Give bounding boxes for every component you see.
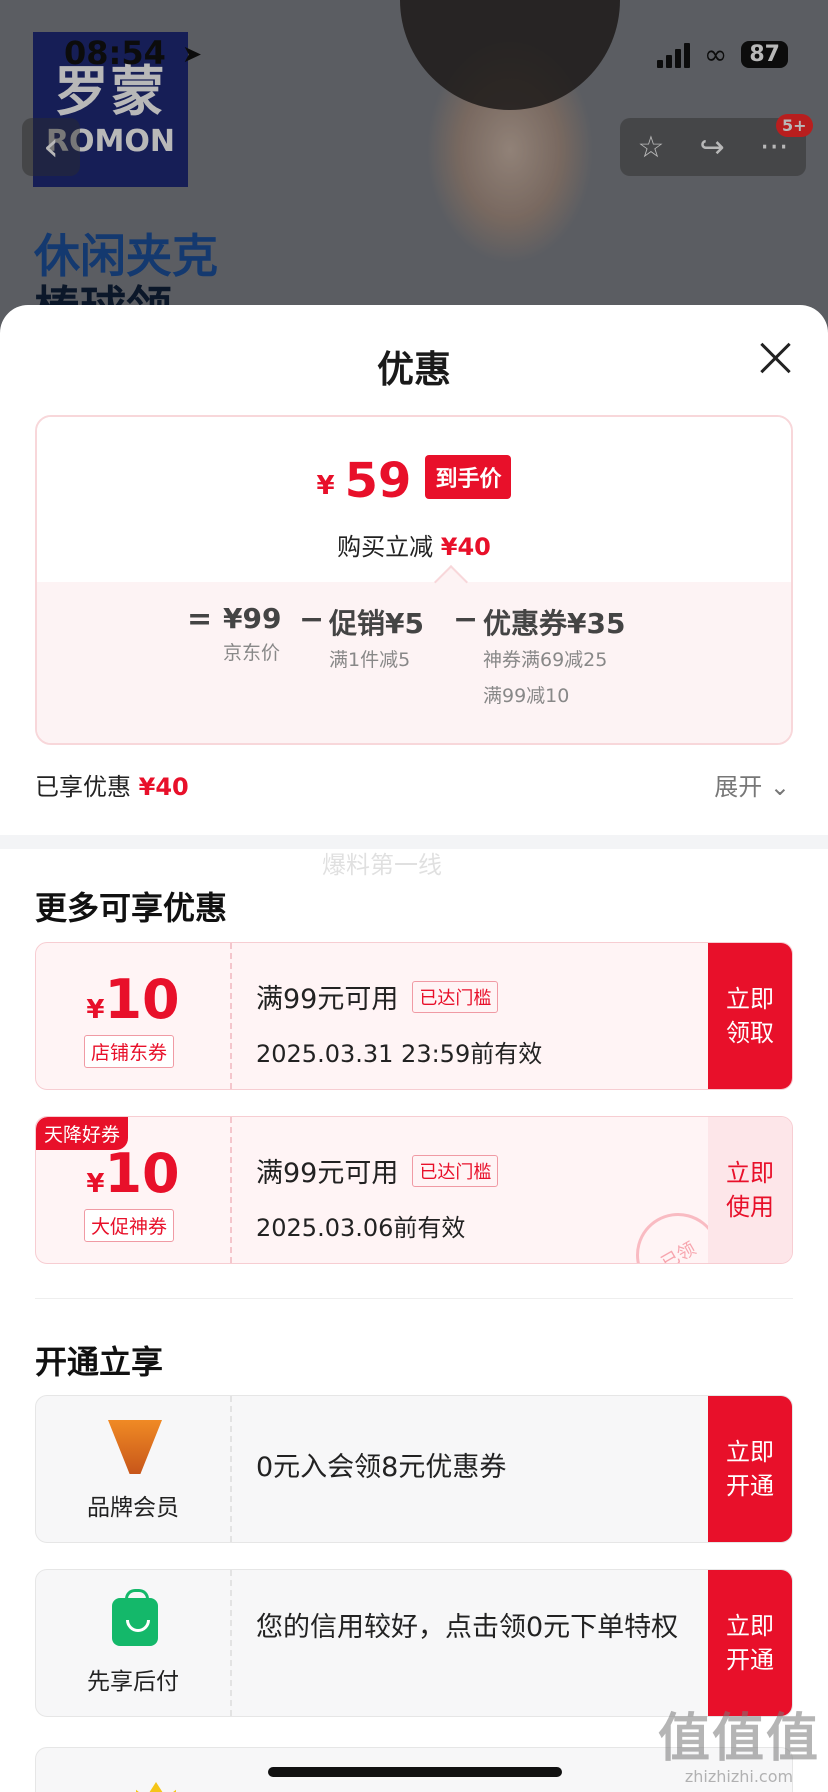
minus-sign-1: − bbox=[299, 602, 325, 637]
equals-sign: = bbox=[187, 602, 213, 637]
coupon-expiry: 2025.03.06前有效 bbox=[256, 1214, 466, 1242]
final-price: 59 bbox=[344, 453, 412, 509]
coupon-value: 10 bbox=[104, 968, 180, 1031]
final-price-currency: ¥ bbox=[316, 471, 335, 501]
coupon-note-2: 满99减10 bbox=[483, 685, 570, 707]
promo-item: 促销¥5 满1件减5 bbox=[329, 602, 424, 678]
save-label: 购买立减 bbox=[337, 533, 434, 561]
coupon-amount: ¥10 bbox=[36, 971, 230, 1029]
coupon-card-1: ¥10 店铺东券 满99元可用 已达门槛 2025.03.31 23:59前有效… bbox=[35, 942, 793, 1090]
chevron-down-icon: ⌄ bbox=[769, 773, 790, 801]
final-price-tag: 到手价 bbox=[425, 455, 512, 499]
site-watermark-url: zhizhizhi.com bbox=[684, 1767, 794, 1786]
coupon-value: 10 bbox=[104, 1142, 180, 1205]
coupon-value-area: ¥10 店铺东券 bbox=[36, 943, 232, 1089]
crown-icon bbox=[136, 1782, 176, 1792]
open-benefits-title: 开通立享 bbox=[35, 1343, 164, 1381]
brand-member-card: 品牌会员 0元入会领8元优惠券 立即 开通 bbox=[35, 1395, 793, 1543]
coupon-card-2: ¥10 大促神券 天降好券 满99元可用 已达门槛 2025.03.06前有效 … bbox=[35, 1116, 793, 1264]
minus-sign-2: − bbox=[453, 602, 479, 637]
use-coupon-button[interactable]: 立即 使用 bbox=[708, 1117, 792, 1263]
save-amount: ¥40 bbox=[440, 533, 491, 561]
promo-amount: 促销¥5 bbox=[329, 607, 424, 640]
final-price-area: ¥ 59 到手价 购买立减 ¥40 bbox=[37, 417, 791, 582]
shopping-bag-icon bbox=[108, 1589, 162, 1648]
threshold-reached-badge: 已达门槛 bbox=[412, 980, 499, 1013]
section-divider-line bbox=[35, 1298, 793, 1299]
coupon-note-1: 神券满69减25 bbox=[483, 649, 608, 671]
coupon-condition: 满99元可用 bbox=[256, 984, 399, 1015]
save-line: 购买立减 ¥40 bbox=[37, 527, 791, 562]
member-name: 品牌会员 bbox=[87, 1495, 179, 1521]
coupon-condition-row: 满99元可用 已达门槛 bbox=[256, 1151, 499, 1190]
open-member-button[interactable]: 立即 开通 bbox=[708, 1396, 792, 1542]
close-icon[interactable] bbox=[758, 341, 792, 375]
coupon-amount: ¥10 bbox=[36, 1145, 230, 1203]
sheet-title: 优惠 bbox=[377, 348, 451, 391]
coupon-amount: 优惠券¥35 bbox=[483, 607, 626, 640]
member-badge-area: 先享后付 bbox=[36, 1570, 232, 1716]
jd-price: ¥99 bbox=[223, 602, 282, 635]
threshold-reached-badge: 已达门槛 bbox=[412, 1154, 499, 1187]
coupon-kind-badge: 店铺东券 bbox=[84, 1035, 175, 1068]
more-discounts-title: 更多可享优惠 bbox=[35, 889, 228, 927]
coupon-kind-badge: 大促神券 bbox=[84, 1209, 175, 1242]
expand-label: 展开 bbox=[714, 773, 763, 801]
enjoyed-amount: ¥40 bbox=[138, 773, 189, 801]
jd-price-item: ¥99 京东价 bbox=[223, 602, 281, 671]
member-offer-text: 您的信用较好，点击领0元下单特权 bbox=[256, 1612, 679, 1643]
site-watermark-logo: 值值值 bbox=[657, 1709, 820, 1769]
member-offer-text: 0元入会领8元优惠券 bbox=[256, 1452, 507, 1483]
promo-note: 满1件减5 bbox=[329, 649, 411, 671]
price-calculation: = ¥99 京东价 − 促销¥5 满1件减5 − 优惠券¥35 神券满69减25… bbox=[37, 582, 791, 743]
coupon-currency: ¥ bbox=[86, 1169, 105, 1199]
discount-sheet: 优惠 ¥ 59 到手价 购买立减 ¥40 = ¥99 京东价 − 促销¥5 满1… bbox=[0, 305, 828, 1792]
home-indicator[interactable] bbox=[268, 1767, 562, 1777]
member-badge-area: 品牌会员 bbox=[36, 1396, 232, 1542]
coupon-ribbon: 天降好券 bbox=[36, 1117, 129, 1150]
coupon-condition-row: 满99元可用 已达门槛 bbox=[256, 977, 542, 1016]
site-watermark: 值值值 zhizhizhi.com bbox=[658, 1711, 820, 1786]
coupon-expiry: 2025.03.31 23:59前有效 bbox=[256, 1040, 543, 1068]
member-name: 先享后付 bbox=[87, 1669, 179, 1695]
coupon-item: 优惠券¥35 神券满69减25 满99减10 bbox=[483, 602, 625, 714]
watermark-text: 爆料第一线 bbox=[322, 851, 442, 879]
enjoyed-discount: 已享优惠 ¥40 bbox=[35, 767, 189, 802]
coupon-details: 满99元可用 已达门槛 2025.03.31 23:59前有效 bbox=[256, 977, 542, 1069]
coupon-currency: ¥ bbox=[86, 995, 105, 1025]
jd-price-label: 京东价 bbox=[223, 642, 281, 664]
enjoyed-label: 已享优惠 bbox=[35, 773, 131, 801]
open-pay-later-button[interactable]: 立即 开通 bbox=[708, 1570, 792, 1716]
expand-toggle[interactable]: 展开 ⌄ bbox=[714, 767, 790, 802]
modal-backdrop[interactable] bbox=[0, 0, 828, 340]
pay-later-card: 先享后付 您的信用较好，点击领0元下单特权 立即 开通 bbox=[35, 1569, 793, 1717]
price-breakdown-card: ¥ 59 到手价 购买立减 ¥40 = ¥99 京东价 − 促销¥5 满1件减5 bbox=[35, 415, 793, 745]
brand-member-v-icon bbox=[108, 1420, 162, 1474]
claim-coupon-button[interactable]: 立即 领取 bbox=[708, 943, 792, 1089]
coupon-condition: 满99元可用 bbox=[256, 1158, 399, 1189]
coupon-details: 满99元可用 已达门槛 2025.03.06前有效 bbox=[256, 1151, 499, 1243]
